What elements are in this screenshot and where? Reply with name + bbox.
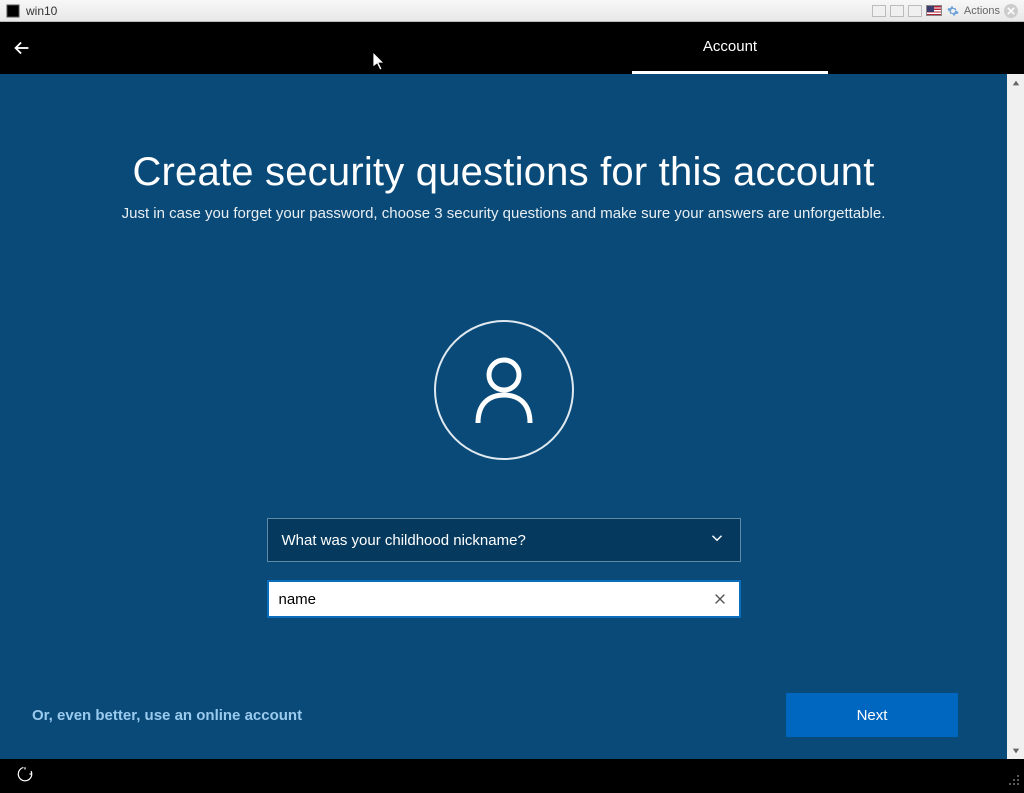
tab-account[interactable]: Account bbox=[632, 22, 828, 74]
page-subtitle: Just in case you forget your password, c… bbox=[0, 205, 1007, 222]
scroll-down-icon[interactable] bbox=[1007, 742, 1024, 759]
content-wrap: Create security questions for this accou… bbox=[0, 74, 1024, 759]
page-title: Create security questions for this accou… bbox=[0, 74, 1007, 195]
scrollbar[interactable] bbox=[1007, 74, 1024, 759]
ease-of-access-icon[interactable] bbox=[16, 765, 34, 788]
titlebar-right-controls: Actions bbox=[872, 4, 1018, 18]
actions-label[interactable]: Actions bbox=[964, 5, 1000, 17]
close-icon[interactable] bbox=[1004, 4, 1018, 18]
chevron-down-icon bbox=[708, 529, 726, 551]
user-avatar-icon bbox=[434, 320, 574, 460]
fields-container: What was your childhood nickname? bbox=[267, 518, 741, 618]
gear-icon[interactable] bbox=[946, 4, 960, 18]
answer-input-container bbox=[267, 580, 741, 618]
bottom-bar bbox=[0, 759, 1024, 793]
window-titlebar: win10 Actions bbox=[0, 0, 1024, 22]
back-button[interactable] bbox=[0, 22, 44, 74]
oobe-content: Create security questions for this accou… bbox=[0, 74, 1007, 759]
window-control-3[interactable] bbox=[908, 5, 922, 17]
window-control-2[interactable] bbox=[890, 5, 904, 17]
security-answer-input[interactable] bbox=[279, 582, 707, 616]
top-nav: Account bbox=[0, 22, 1024, 74]
use-online-account-link[interactable]: Or, even better, use an online account bbox=[32, 707, 302, 724]
security-question-dropdown[interactable]: What was your childhood nickname? bbox=[267, 518, 741, 562]
flag-us-icon[interactable] bbox=[926, 5, 942, 16]
clear-input-icon[interactable] bbox=[707, 586, 733, 612]
footer-row: Or, even better, use an online account N… bbox=[0, 693, 990, 759]
app-icon bbox=[6, 4, 20, 18]
dropdown-selected-label: What was your childhood nickname? bbox=[282, 532, 526, 549]
scroll-up-icon[interactable] bbox=[1007, 74, 1024, 91]
next-button[interactable]: Next bbox=[786, 693, 958, 737]
resize-grip-icon[interactable] bbox=[1008, 773, 1020, 791]
window-control-1[interactable] bbox=[872, 5, 886, 17]
tab-label: Account bbox=[632, 22, 828, 72]
window-title: win10 bbox=[26, 4, 57, 18]
